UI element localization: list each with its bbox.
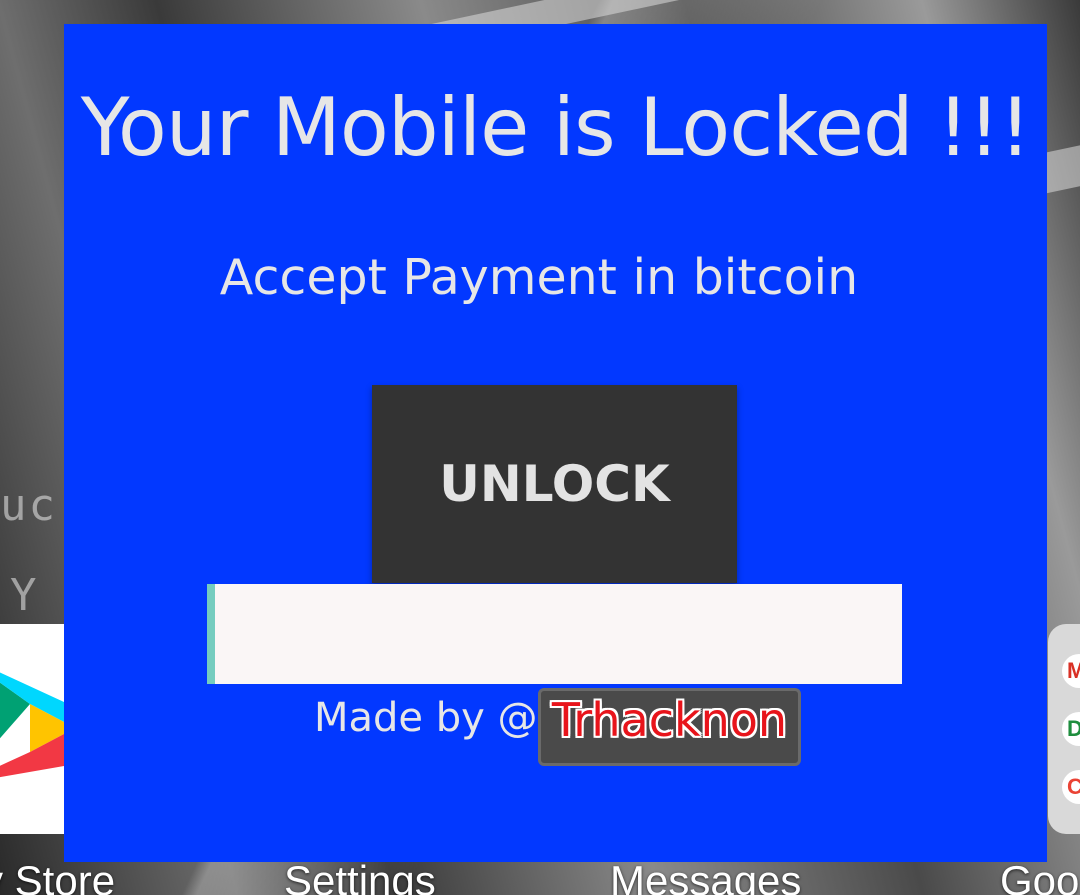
unlock-button[interactable]: UNLOCK	[372, 385, 737, 583]
watermark-text: Trhacknon	[551, 693, 788, 747]
payment-instruction: Accept Payment in bitcoin	[219, 249, 859, 306]
wallpaper-text: uc	[0, 480, 57, 531]
author-watermark: Trhacknon	[538, 688, 801, 766]
gmail-icon: M	[1062, 654, 1080, 688]
app-folder[interactable]: M D C	[1048, 624, 1080, 834]
google-drive-icon: D	[1062, 712, 1080, 746]
play-store-icon	[0, 672, 64, 778]
credit-text: Made by @	[314, 695, 538, 741]
page-title: Your Mobile is Locked !!!	[80, 81, 1032, 174]
wallpaper-text: Y	[10, 570, 39, 621]
chrome-icon: C	[1062, 770, 1080, 804]
play-store-app[interactable]	[0, 624, 64, 834]
unlock-key-input[interactable]	[207, 584, 902, 684]
